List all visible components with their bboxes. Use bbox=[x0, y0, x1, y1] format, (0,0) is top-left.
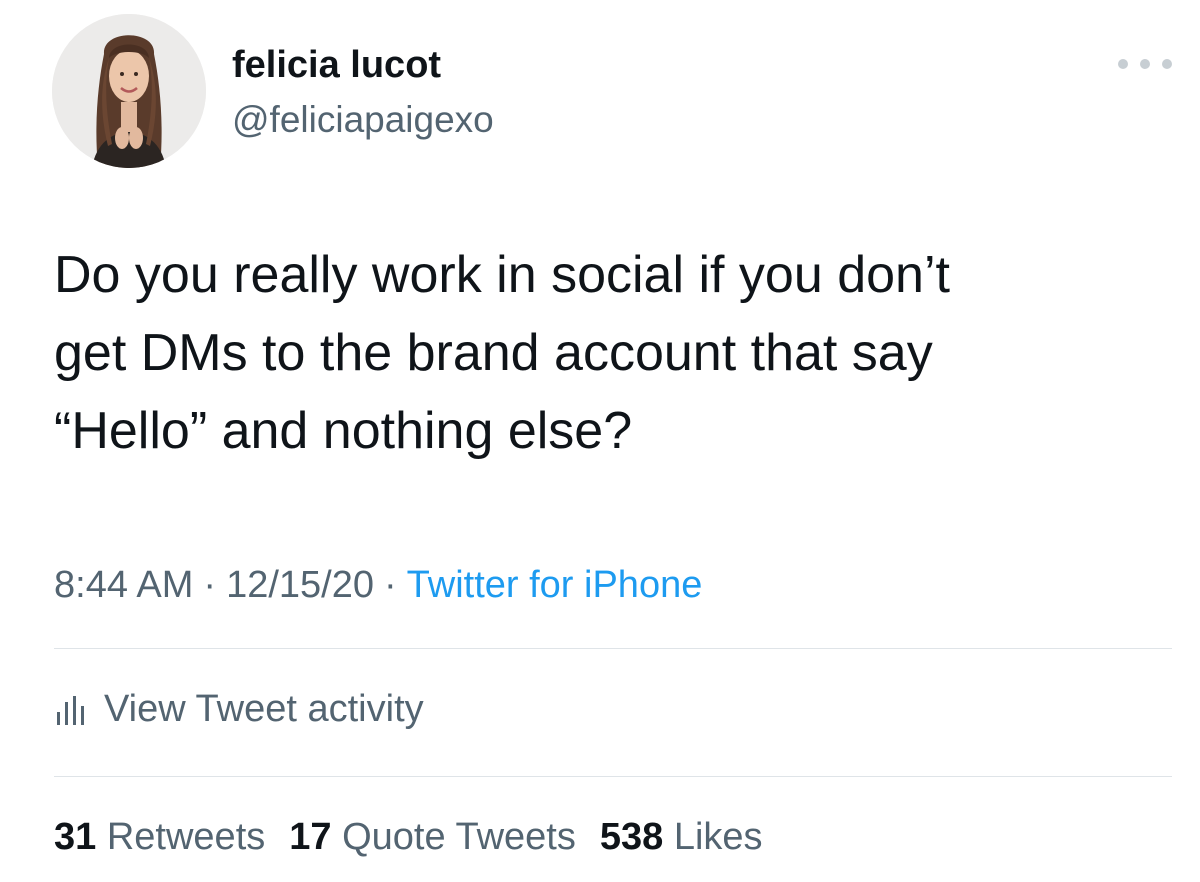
profile-photo-icon bbox=[52, 14, 206, 168]
tweet-text-line: “Hello” and nothing else? bbox=[54, 402, 633, 460]
user-handle[interactable]: @feliciapaigexo bbox=[232, 98, 494, 142]
avatar[interactable] bbox=[52, 14, 206, 168]
quote-tweets-count: 17 bbox=[289, 816, 332, 858]
more-dot-icon bbox=[1140, 59, 1150, 69]
tweet-time[interactable]: 8:44 AM bbox=[54, 564, 193, 606]
more-dot-icon bbox=[1162, 59, 1172, 69]
separator: · bbox=[384, 564, 397, 606]
bar-chart-icon bbox=[57, 696, 84, 725]
retweets-stat[interactable]: 31 Retweets bbox=[54, 816, 265, 858]
quote-tweets-label: Quote Tweets bbox=[342, 816, 576, 858]
divider bbox=[54, 776, 1172, 777]
quote-tweets-stat[interactable]: 17 Quote Tweets bbox=[289, 816, 576, 858]
tweet-source-link[interactable]: Twitter for iPhone bbox=[407, 564, 703, 606]
display-name[interactable]: felicia lucot bbox=[232, 42, 441, 88]
tweet-date[interactable]: 12/15/20 bbox=[226, 564, 374, 606]
engagement-stats: 31 Retweets 17 Quote Tweets 538 Likes bbox=[54, 812, 787, 862]
tweet-text-line: Do you really work in social if you don’… bbox=[54, 246, 950, 304]
divider bbox=[54, 648, 1172, 649]
retweets-count: 31 bbox=[54, 816, 97, 858]
retweets-label: Retweets bbox=[106, 816, 266, 858]
more-options-button[interactable] bbox=[1118, 52, 1172, 76]
view-tweet-activity-label: View Tweet activity bbox=[104, 688, 424, 730]
separator: · bbox=[203, 564, 217, 606]
more-dot-icon bbox=[1118, 59, 1128, 69]
likes-stat[interactable]: 538 Likes bbox=[600, 816, 763, 858]
likes-count: 538 bbox=[599, 816, 664, 858]
view-tweet-activity-button[interactable]: View Tweet activity bbox=[54, 684, 424, 734]
tweet-text: Do you really work in social if you don’… bbox=[54, 236, 1174, 470]
tweet-metadata: 8:44 AM · 12/15/20 · Twitter for iPhone bbox=[54, 560, 702, 610]
likes-label: Likes bbox=[673, 816, 763, 858]
tweet-text-line: get DMs to the brand account that say bbox=[54, 324, 933, 382]
